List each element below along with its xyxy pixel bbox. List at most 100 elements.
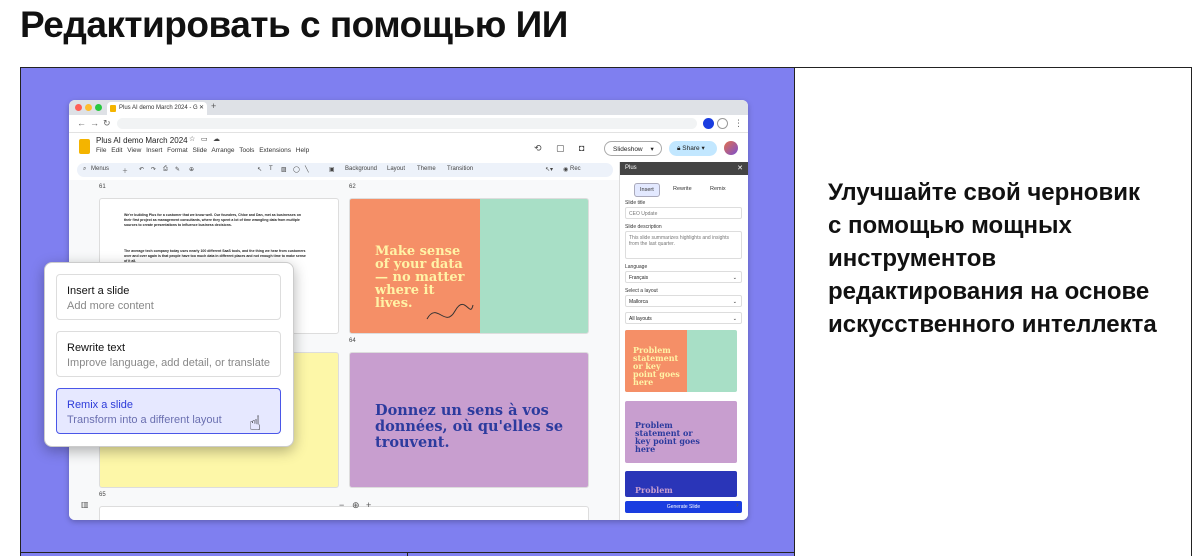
- undo-icon[interactable]: ↶: [139, 166, 144, 173]
- slide-64[interactable]: Donnez un sens à vos données, où qu'elle…: [349, 352, 589, 488]
- paint-format-icon[interactable]: ✎: [175, 166, 180, 173]
- avatar[interactable]: [724, 141, 738, 155]
- new-slide-icon[interactable]: ＋: [122, 166, 128, 175]
- layout-value: Mallorca: [629, 299, 648, 305]
- slide-heading: Donnez un sens à vos données, où qu'elle…: [375, 402, 564, 451]
- slideshow-button[interactable]: Slideshow ▾: [604, 141, 662, 156]
- feature-card: Plus AI demo March 2024 - G ✕ + ← → ↻ ⋮ …: [20, 67, 1192, 556]
- shape-icon[interactable]: ◯: [293, 166, 300, 173]
- slide-number: 61: [99, 184, 106, 190]
- select-icon[interactable]: ↖: [257, 166, 262, 173]
- language-value: Français: [629, 275, 649, 281]
- new-tab-icon[interactable]: +: [211, 101, 216, 111]
- rewrite-text-option[interactable]: Rewrite text Improve language, add detai…: [56, 331, 281, 377]
- chevron-down-icon: ⌄: [732, 275, 737, 281]
- thumb-heading: Problem statement or key point goes here: [635, 420, 700, 454]
- comment-icon[interactable]: ▢: [556, 143, 565, 154]
- chevron-down-icon: ⌄: [732, 316, 737, 322]
- layout-select[interactable]: Mallorca ⌄: [625, 295, 742, 307]
- record-icon[interactable]: ◉: [563, 166, 568, 173]
- forward-icon[interactable]: →: [90, 118, 99, 128]
- address-bar: ← → ↻ ⋮: [69, 115, 748, 133]
- plus-side-panel: Plus ✕ Insert Rewrite Remix Slide title …: [619, 162, 748, 520]
- share-label: Share: [682, 145, 700, 152]
- theme-button[interactable]: Theme: [417, 166, 436, 172]
- pointer-icon[interactable]: ↖▾: [545, 166, 553, 173]
- maximize-dot-icon[interactable]: [95, 104, 102, 111]
- slides-tab-icon: [110, 105, 116, 112]
- search-menus-icon[interactable]: ⌕: [83, 166, 86, 173]
- menu-bar[interactable]: File Edit View Insert Format Slide Arran…: [96, 147, 309, 154]
- thumb-heading: Problem: [635, 485, 673, 495]
- tab-remix[interactable]: Remix: [705, 183, 731, 195]
- layouts-filter-select[interactable]: All layouts ⌄: [625, 312, 742, 324]
- doc-title[interactable]: Plus AI demo March 2024: [96, 136, 188, 145]
- option-subtitle: Add more content: [67, 300, 154, 312]
- docs-header: Plus AI demo March 2024 ☆ ▭ ☁ File Edit …: [69, 133, 748, 163]
- slide-number: 64: [349, 338, 356, 344]
- slideshow-label: Slideshow: [613, 146, 643, 153]
- slide-number: 62: [349, 184, 356, 190]
- hand-cursor-icon: ☝: [249, 413, 262, 435]
- share-button[interactable]: 🔒︎ Share ▾: [669, 141, 717, 156]
- option-title: Insert a slide: [67, 285, 130, 297]
- option-title: Remix a slide: [67, 399, 134, 411]
- folder-icon[interactable]: ▭: [201, 135, 208, 143]
- zoom-out-icon[interactable]: −: [339, 500, 344, 510]
- star-icon[interactable]: ☆: [189, 135, 195, 143]
- tab-close-icon[interactable]: ✕: [199, 104, 204, 111]
- comment-add-icon[interactable]: ▣: [329, 166, 335, 173]
- minimize-dot-icon[interactable]: [85, 104, 92, 111]
- browser-tab[interactable]: Plus AI demo March 2024 - G ✕: [107, 102, 207, 115]
- profile-icon[interactable]: [717, 118, 728, 129]
- redo-icon[interactable]: ↷: [151, 166, 156, 173]
- close-dot-icon[interactable]: [75, 104, 82, 111]
- close-icon[interactable]: ✕: [737, 164, 743, 172]
- history-icon[interactable]: ⟲: [534, 143, 542, 154]
- back-icon[interactable]: ←: [77, 118, 86, 128]
- insert-slide-option[interactable]: Insert a slide Add more content: [56, 274, 281, 320]
- browser-menu-icon[interactable]: ⋮: [734, 118, 743, 129]
- slide-title-input[interactable]: CEO Update: [625, 207, 742, 219]
- menus-search[interactable]: Menus: [91, 166, 109, 172]
- rec-label[interactable]: Rec: [570, 166, 581, 172]
- generate-slide-button[interactable]: Generate Slide: [625, 501, 742, 513]
- sidebar-toggle-icon[interactable]: ▥: [81, 500, 89, 509]
- slides-logo-icon[interactable]: [79, 139, 90, 154]
- remix-slide-option[interactable]: Remix a slide Transform into a different…: [56, 388, 281, 434]
- plus-extension-icon[interactable]: [703, 118, 714, 129]
- slide-description-label: Slide description: [625, 224, 662, 230]
- collapse-panel-icon[interactable]: ›: [736, 500, 739, 509]
- zoom-icon[interactable]: ⊕: [352, 500, 360, 511]
- background-button[interactable]: Background: [345, 166, 377, 172]
- reload-icon[interactable]: ↻: [103, 118, 111, 129]
- layout-thumbnail[interactable]: Problem statement or key point goes here: [625, 401, 737, 463]
- option-subtitle: Transform into a different layout: [67, 414, 222, 426]
- zoom-icon[interactable]: ⊕: [189, 166, 194, 173]
- video-icon[interactable]: ◘: [579, 143, 584, 153]
- slide-description-input[interactable]: This slide summarizes highlights and ins…: [625, 231, 742, 259]
- url-input[interactable]: [117, 118, 697, 129]
- tab-title: Plus AI demo March 2024 - G: [119, 105, 198, 111]
- layout-thumbnail[interactable]: Problem: [625, 471, 737, 497]
- tab-insert[interactable]: Insert: [634, 183, 660, 197]
- slide-62[interactable]: Make sense of your data — no matter wher…: [349, 198, 589, 334]
- line-icon[interactable]: ╲: [305, 166, 309, 173]
- image-icon[interactable]: ▨: [281, 166, 287, 173]
- chevron-down-icon[interactable]: ▾: [701, 145, 704, 152]
- chevron-down-icon[interactable]: ▾: [650, 146, 653, 153]
- language-select[interactable]: Français ⌄: [625, 271, 742, 283]
- zoom-in-icon[interactable]: +: [366, 500, 371, 510]
- layout-button[interactable]: Layout: [387, 166, 405, 172]
- tab-rewrite[interactable]: Rewrite: [668, 183, 697, 195]
- editor-toolbar: ⌕ Menus ＋ ↶ ↷ ⎙ ✎ ⊕ ↖ T ▨ ◯ ╲ ▣ Backgrou…: [77, 163, 613, 177]
- textbox-icon[interactable]: T: [269, 166, 273, 172]
- layout-thumbnail[interactable]: Problem statement or key point goes here: [625, 330, 737, 392]
- layouts-filter-value: All layouts: [629, 316, 652, 322]
- page-heading: Редактировать с помощью ИИ: [20, 4, 568, 45]
- squiggle-icon: [426, 303, 474, 320]
- print-icon[interactable]: ⎙: [163, 166, 168, 173]
- slide-caption: ​: [495, 275, 575, 280]
- transition-button[interactable]: Transition: [447, 166, 473, 172]
- option-subtitle: Improve language, add detail, or transla…: [67, 357, 271, 369]
